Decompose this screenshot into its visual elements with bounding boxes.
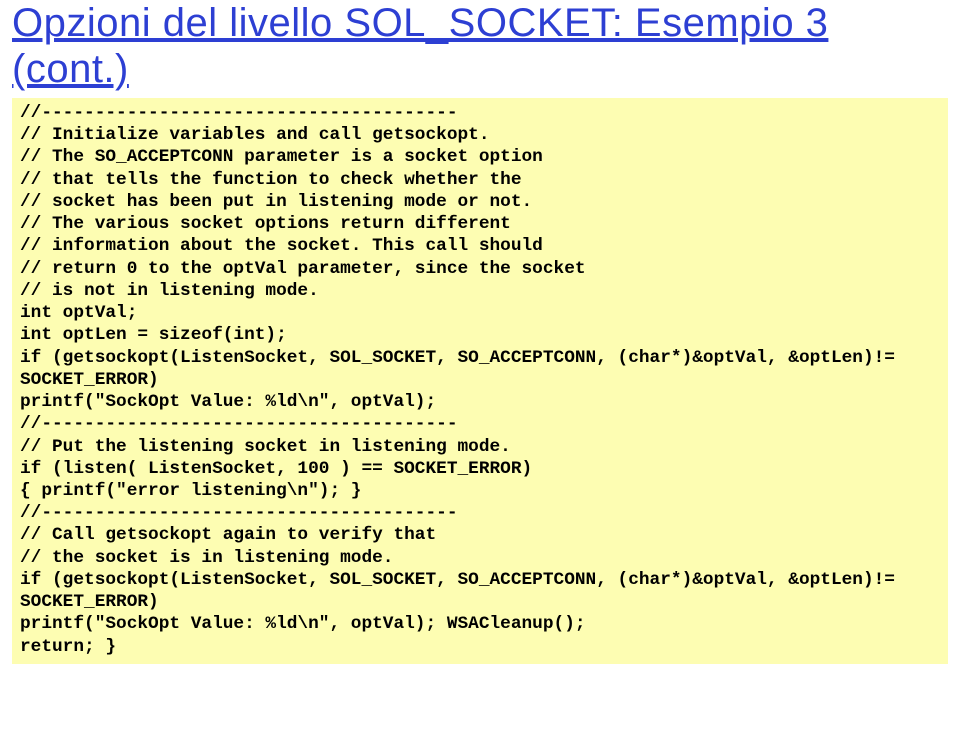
page-title: Opzioni del livello SOL_SOCKET: Esempio … <box>12 0 948 92</box>
document-page: Opzioni del livello SOL_SOCKET: Esempio … <box>0 0 960 670</box>
code-listing: //--------------------------------------… <box>12 98 948 664</box>
